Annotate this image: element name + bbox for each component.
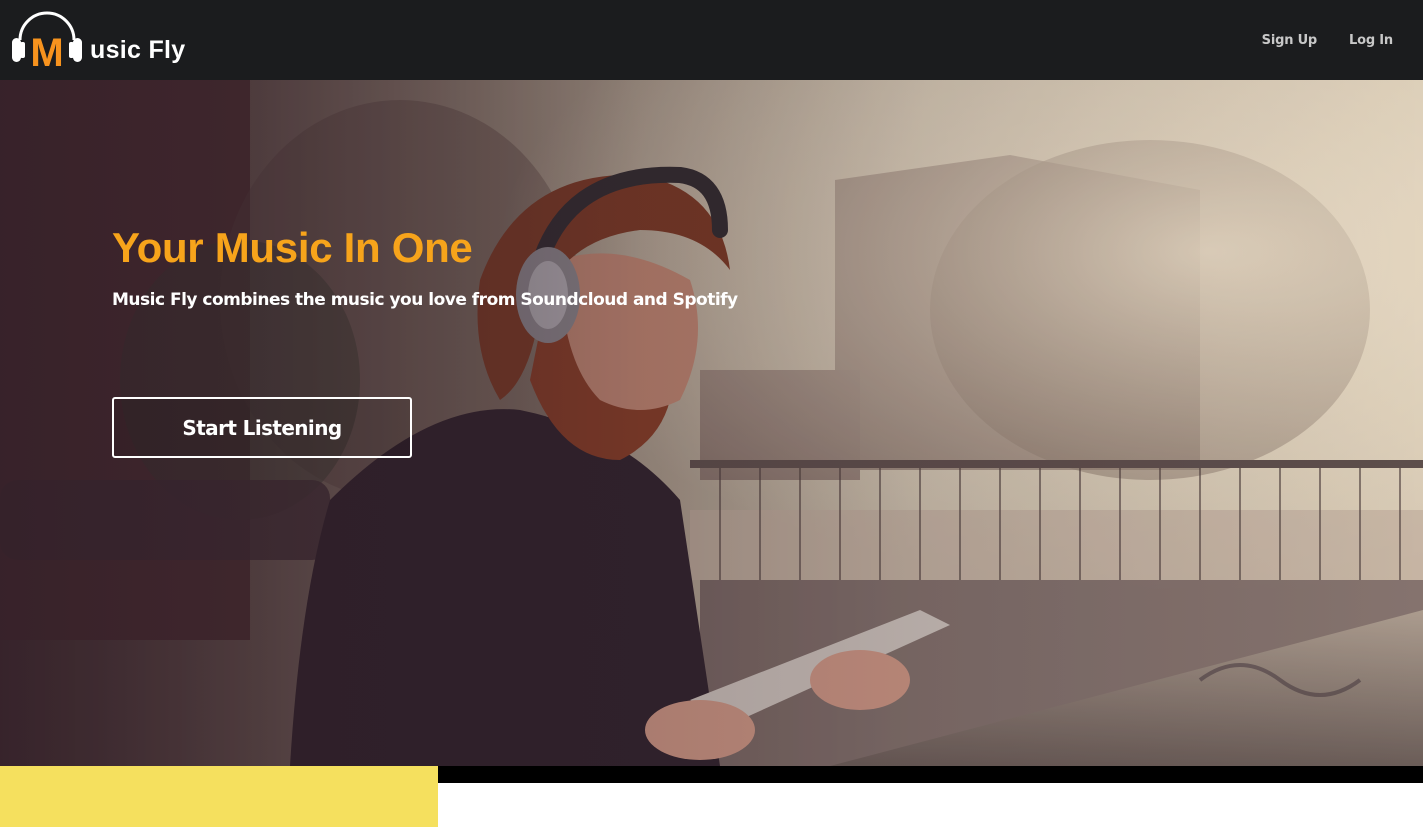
hero-title: Your Music In One [112, 224, 473, 271]
logo-text: usic Fly [90, 36, 186, 64]
start-listening-button[interactable]: Start Listening [112, 397, 412, 458]
navbar: M usic Fly Sign Up Log In [0, 0, 1423, 80]
hero-section: Your Music In One Music Fly combines the… [0, 80, 1423, 766]
yellow-panel [0, 766, 438, 827]
logo-letter: M [30, 31, 63, 70]
hero-content: Your Music In One Music Fly combines the… [112, 224, 738, 310]
hero-subtitle: Music Fly combines the music you love fr… [112, 290, 738, 310]
log-in-link[interactable]: Log In [1349, 33, 1393, 48]
logo-link[interactable]: M usic Fly [10, 6, 200, 70]
nav-links: Sign Up Log In [1262, 0, 1423, 80]
sign-up-link[interactable]: Sign Up [1262, 33, 1318, 48]
headphones-icon: M [12, 11, 82, 70]
next-section [438, 783, 1423, 827]
